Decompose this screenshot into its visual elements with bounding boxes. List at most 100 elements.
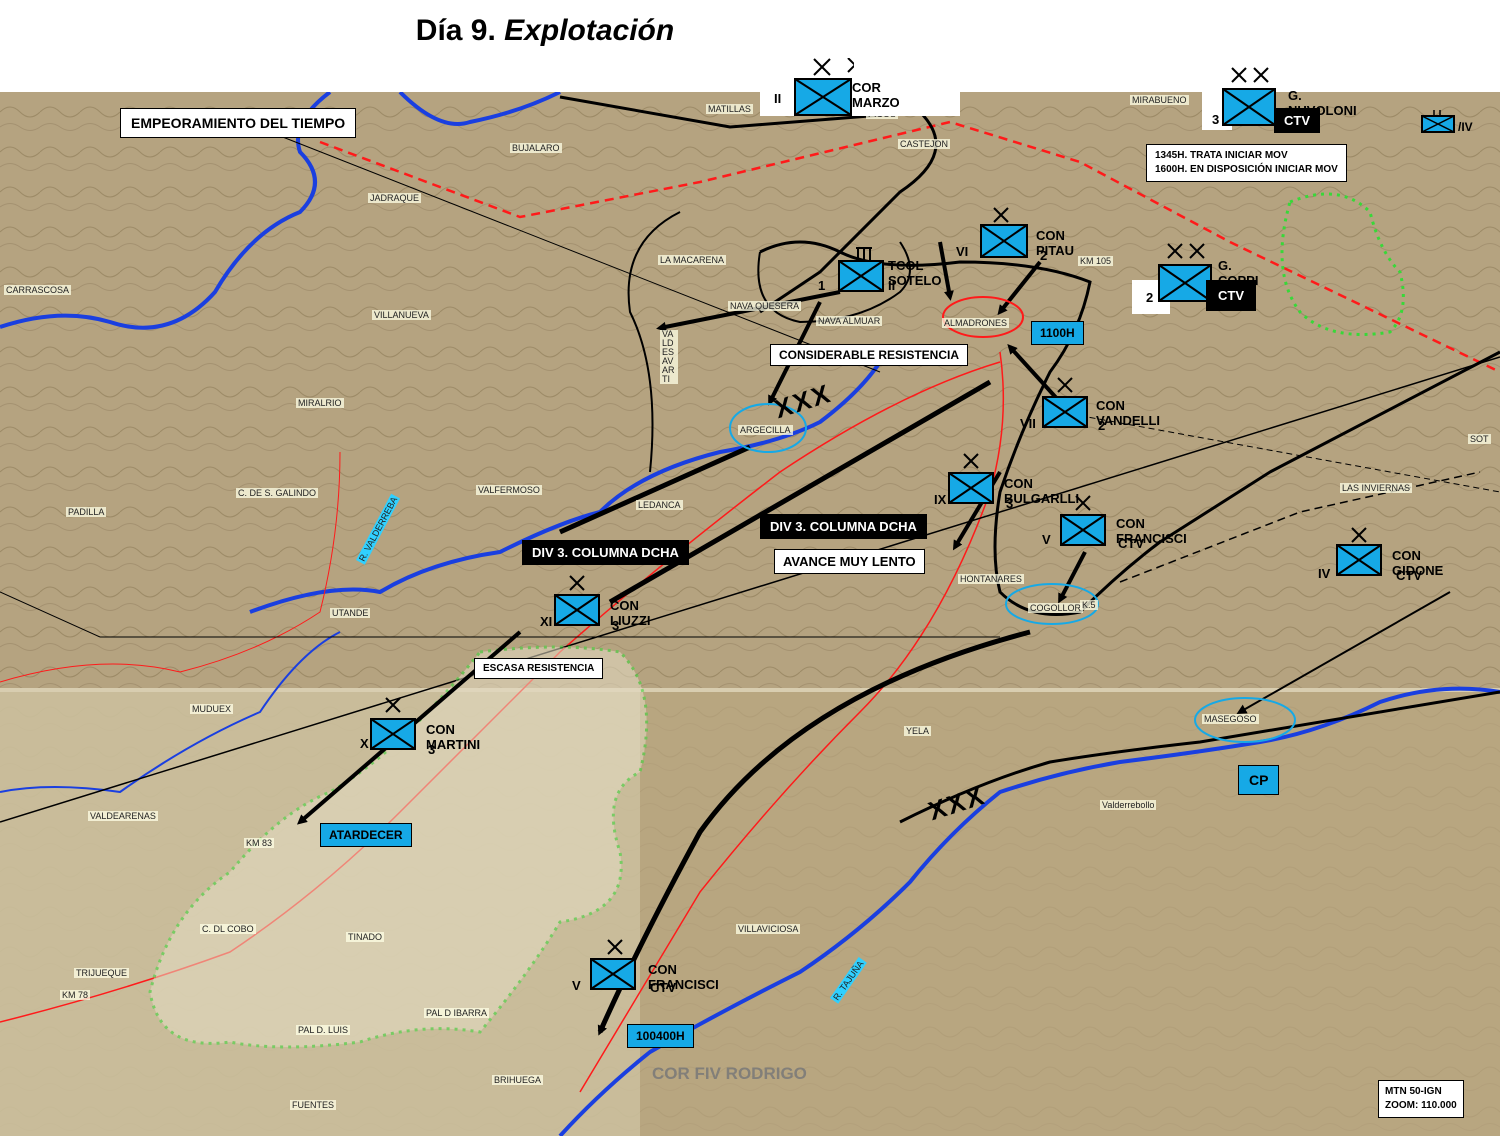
unit-small-iv: /IV	[1420, 108, 1473, 134]
unit-nuvoloni-number: 3	[1212, 112, 1220, 127]
place-km78: KM 78	[60, 990, 91, 1000]
unit-vandelli-name: CON VANDELLI	[1096, 398, 1161, 428]
scale-line-2: ZOOM: 110.000	[1385, 1100, 1457, 1111]
map-title: Día 9. Explotación	[0, 14, 1090, 48]
francisci-top-x-icon	[1075, 495, 1091, 511]
place-jadraque: JADRAQUE	[368, 193, 422, 203]
place-masegoso: MASEGOSO	[1202, 714, 1259, 724]
place-k5: K.5	[1080, 600, 1098, 610]
unit-gidone-echelon: IV	[1318, 566, 1331, 581]
time-1100: 1100H	[1031, 321, 1084, 345]
unit-gidone-sub: CTV	[1396, 568, 1422, 583]
pitau-x-icon	[993, 207, 1009, 223]
place-castejon: CASTEJON	[898, 139, 951, 149]
gidone-x-icon	[1351, 527, 1367, 543]
unit-vandelli-echelon: VII	[1020, 416, 1036, 431]
scale-line-1: MTN 50-IGN	[1385, 1086, 1442, 1097]
unit-francisci-bottom-echelon: V	[572, 978, 581, 993]
place-valfermoso: VALFERMOSO	[476, 485, 542, 495]
place-brihuega: BRIHUEGA	[492, 1075, 544, 1085]
place-sot: SOT	[1468, 434, 1491, 444]
coppi-ctv: CTV	[1206, 280, 1256, 311]
nuvoloni-ctv: CTV	[1274, 108, 1320, 133]
nuvoloni-note: 1345H. TRATA INICIAR MOV 1600H. EN DISPO…	[1146, 144, 1347, 182]
unit-sotelo-number: 1	[818, 278, 826, 293]
unit-cor-marzo-name: COR MARZO	[852, 80, 900, 110]
unit-martini-number: 3	[428, 742, 436, 757]
place-matillas: MATILLAS	[706, 104, 753, 114]
place-cobo: C. DL COBO	[200, 924, 256, 934]
unit-coppi-number: 2	[1146, 290, 1154, 305]
unit-cor-marzo-icon	[847, 58, 854, 73]
place-cor-fiv: COR FIV RODRIGO	[652, 1064, 807, 1083]
place-miralrio: MIRALRIO	[296, 398, 344, 408]
unit-francisci-top-echelon: V	[1042, 532, 1051, 547]
place-valdearenas: VALDEARENAS	[88, 811, 158, 821]
unit-vandelli-number: 2	[1098, 418, 1106, 433]
coppi-xx-icon	[1167, 243, 1205, 259]
resistance-low-box: ESCASA RESISTENCIA	[474, 658, 604, 679]
place-yela: YELA	[904, 726, 932, 736]
place-nava-almuar: NAVA ALMUAR	[816, 316, 883, 326]
place-galindo: C. DE S. GALINDO	[236, 488, 319, 498]
unit-bulgarlli-number: 3	[1006, 496, 1014, 511]
cp-box: CP	[1238, 765, 1280, 795]
unit-liuzzi-echelon: XI	[540, 614, 553, 629]
martini-x-icon	[385, 697, 401, 713]
place-km105: KM 105	[1078, 256, 1114, 266]
place-muduex: MUDUEX	[190, 704, 234, 714]
place-mirabueno: MIRABUENO	[1130, 95, 1189, 105]
place-las-inviernas: LAS INVIERNAS	[1340, 483, 1413, 493]
nuvoloni-note-1: 1345H. TRATA INICIAR MOV	[1155, 150, 1288, 161]
title-italic: Explotación	[504, 14, 675, 47]
place-cogollor: COGOLLOR	[1028, 603, 1084, 613]
time-atardecer: ATARDECER	[320, 823, 412, 847]
place-tinado: TINADO	[346, 932, 385, 942]
place-argecilla: ARGECILLA	[738, 425, 793, 435]
place-carrascosa: CARRASCOSA	[4, 285, 72, 295]
nuvoloni-xx-icon	[1231, 67, 1269, 83]
place-padilla: PADILLA	[66, 507, 107, 517]
place-la-macarena: LA MACARENA	[658, 255, 727, 265]
place-km83: KM 83	[244, 838, 275, 848]
place-bujalaro: BUJALARO	[510, 143, 562, 153]
scale-box: MTN 50-IGN ZOOM: 110.000	[1378, 1080, 1464, 1118]
title-main: Día 9.	[415, 14, 496, 47]
francisci-bottom-x-icon	[607, 939, 623, 955]
place-fuentes: FUENTES	[290, 1100, 337, 1110]
resistance-high-box: CONSIDERABLE RESISTENCIA	[770, 344, 969, 366]
nuvoloni-note-2: 1600H. EN DISPOSICIÓN INICIAR MOV	[1155, 164, 1338, 175]
unit-martini-echelon: X	[360, 736, 369, 751]
div3-left-box: DIV 3. COLUMNA DCHA	[522, 540, 689, 565]
liuzzi-x-icon	[569, 575, 585, 591]
cor-marzo-x-icon	[813, 58, 831, 76]
place-villaviciosa: VILLAVICIOSA	[736, 924, 801, 934]
map-canvas	[0, 92, 1500, 1136]
time-100400: 100400H	[627, 1024, 694, 1048]
place-pal-ibarra: PAL D IBARRA	[424, 1008, 490, 1018]
place-hontanares: HONTANARES	[958, 574, 1024, 584]
unit-sotelo-name: TCOL SOTELO	[888, 258, 942, 288]
unit-cor-marzo-echelon: II	[774, 91, 782, 106]
place-almadrones: ALMADRONES	[942, 318, 1010, 328]
weather-box: EMPEORAMIENTO DEL TIEMPO	[120, 108, 357, 138]
place-valderrebollo: Valderrebollo	[1100, 800, 1157, 810]
place-utande: UTANDE	[330, 608, 371, 618]
bulgarlli-x-icon	[963, 453, 979, 469]
unit-francisci-top-sub: CTV	[1118, 536, 1144, 551]
place-nava-quesera: NAVA QUESERA	[728, 301, 802, 311]
unit-pitau-echelon: VI	[956, 244, 969, 259]
place-valdesaz: VALDESAVARTI	[660, 330, 678, 384]
unit-liuzzi-number: 3	[612, 618, 620, 633]
vandelli-x-icon	[1057, 377, 1073, 393]
place-ledanca: LEDANCA	[636, 500, 683, 510]
unit-francisci-bottom-sub: CTV	[650, 980, 676, 995]
unit-bulgarlli-name: CON BULGARLLI	[1004, 476, 1080, 506]
place-trijueque: TRIJUEQUE	[74, 968, 130, 978]
unit-small-iv-suffix: /IV	[1458, 120, 1473, 134]
unit-pitau-number: 2	[1040, 248, 1048, 263]
place-villanueva: VILLANUEVA	[372, 310, 431, 320]
slow-advance-box: AVANCE MUY LENTO	[774, 549, 925, 574]
div3-right-box: DIV 3. COLUMNA DCHA	[760, 514, 927, 539]
place-pal-luis: PAL D. LUIS	[296, 1025, 351, 1035]
